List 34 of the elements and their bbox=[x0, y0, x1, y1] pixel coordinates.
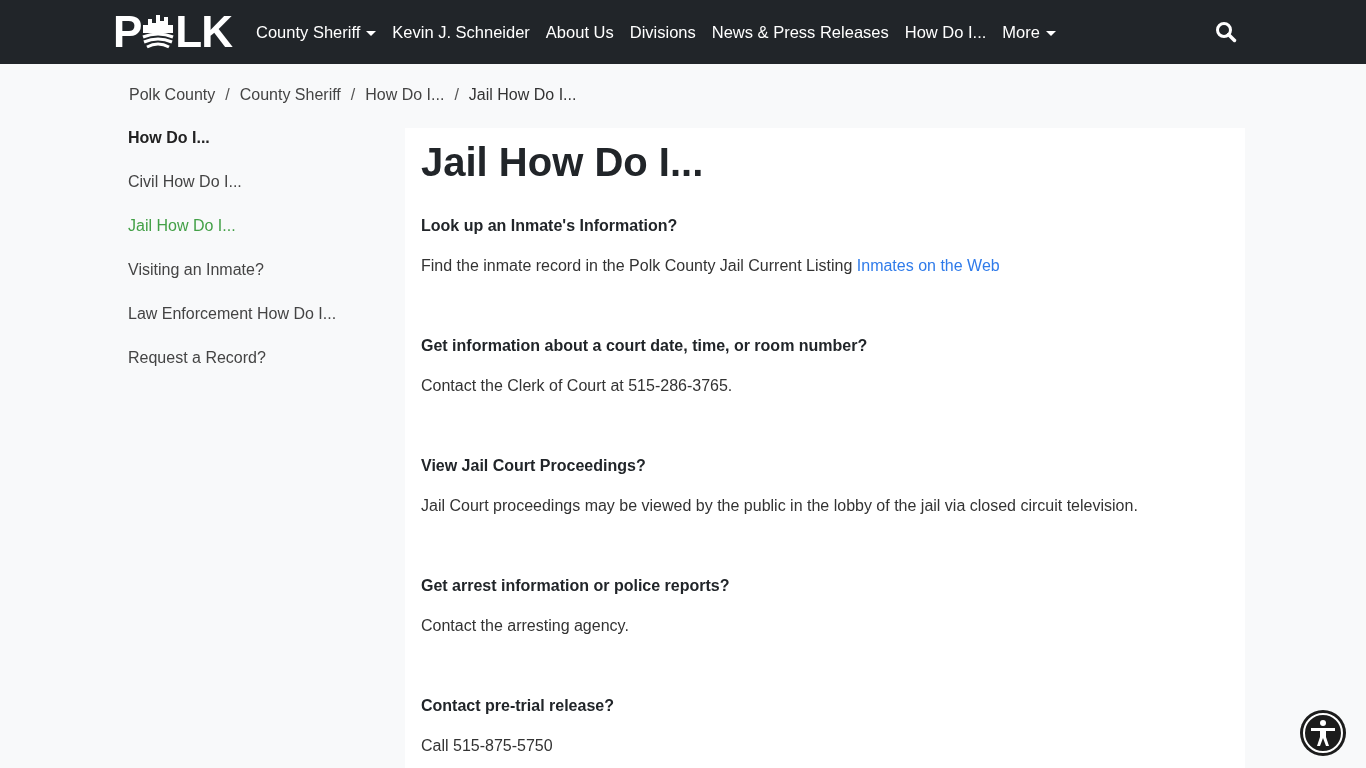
breadcrumb-link[interactable]: How Do I... bbox=[365, 83, 445, 107]
nav-link[interactable]: How Do I... bbox=[896, 19, 995, 45]
answer-text: Jail Court proceedings may be viewed by the public in the lobby of the jail via closed circuit television. bbox=[421, 496, 1139, 516]
question-heading: Get information about a court date, time, or room number? bbox=[421, 336, 869, 356]
answer-text: Find the inmate record in the Polk County Jail Current Listing Inmates on the Web bbox=[421, 256, 1001, 276]
breadcrumb-current: Jail How Do I... bbox=[468, 85, 577, 105]
search-icon[interactable] bbox=[1215, 21, 1237, 43]
question-heading: View Jail Court Proceedings? bbox=[421, 456, 647, 476]
answer-text: Call 515-875-5750 bbox=[421, 736, 554, 756]
nav-link[interactable]: More bbox=[994, 19, 1064, 45]
accessibility-icon[interactable] bbox=[1300, 710, 1346, 756]
breadcrumb-link[interactable]: Polk County bbox=[129, 83, 216, 107]
logo[interactable]: P LK bbox=[113, 10, 232, 54]
sidebar-link[interactable]: Visiting an Inmate? bbox=[128, 248, 405, 292]
nav-link[interactable]: Divisions bbox=[621, 19, 704, 45]
breadcrumb-separator: / bbox=[454, 85, 459, 105]
sidebar-link[interactable]: Law Enforcement How Do I... bbox=[128, 292, 405, 336]
sidebar-heading[interactable]: How Do I... bbox=[128, 116, 405, 160]
answer-text: Contact the arresting agency. bbox=[421, 616, 630, 636]
answer-text: Contact the Clerk of Court at 515-286-3765. bbox=[421, 376, 734, 396]
breadcrumb-link[interactable]: County Sheriff bbox=[239, 83, 341, 107]
question-heading: Contact pre-trial release? bbox=[421, 696, 615, 716]
sidebar-link[interactable]: Request a Record? bbox=[128, 336, 405, 380]
inmates-link[interactable]: Inmates on the Web bbox=[856, 257, 1000, 274]
nav-link[interactable]: County Sheriff bbox=[248, 19, 385, 45]
nav-link[interactable]: News & Press Releases bbox=[703, 19, 897, 45]
question-heading: Look up an Inmate's Information? bbox=[421, 216, 679, 236]
breadcrumb-separator: / bbox=[225, 85, 230, 105]
question-heading: Get arrest information or police reports? bbox=[421, 576, 731, 596]
nav-link[interactable]: About Us bbox=[537, 19, 622, 45]
nav-link[interactable]: Kevin J. Schneider bbox=[384, 19, 538, 45]
sidebar-link[interactable]: Civil How Do I... bbox=[128, 160, 405, 204]
page-title: Jail How Do I... bbox=[421, 139, 705, 186]
breadcrumb-separator: / bbox=[350, 85, 356, 105]
